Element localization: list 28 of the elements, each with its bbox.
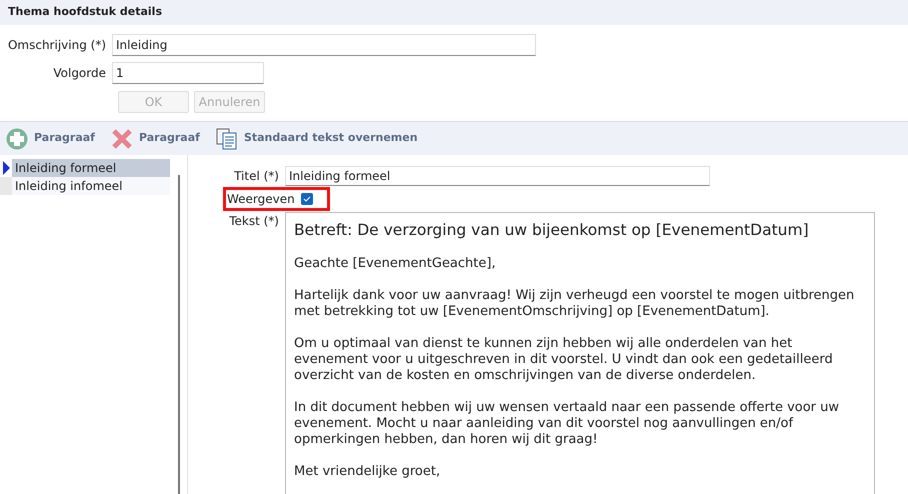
panel-title: Thema hoofdstuk details [8,4,162,20]
letter-paragraph: Met vriendelijke groet, [294,464,442,480]
input-field[interactable]: Inleiding [112,34,536,56]
toolbar-button[interactable]: Paragraaf [110,128,200,150]
field-label: Volgorde [52,65,107,82]
list-item[interactable]: Inleiding formeel [12,159,170,177]
letter-paragraph: Om u optimaal van dienst te kunnen zijn hebben wij alle onderdelen van het evenement voor u uitgeschreven in dit voorstel. U vindt dan ook een gedetailleerd overzicht van de kosten en omschrijvingen van de diverse onderdelen. [294,336,834,384]
input-field[interactable]: 1 [112,62,264,84]
checkbox-label: Weergeven [226,191,296,208]
delete-icon [110,128,133,150]
field-label: Titel (*) [233,168,280,185]
letter-paragraph: In dit document hebben wij uw wensen vertaald naar een passende offerte voor uw evenement. Mocht u naar aanleiding van dit voorstel nog aanvullingen en/of opmerkingen hebben, dan horen wij dit graag! [294,400,840,448]
letter-paragraph: Geachte [EvenementGeachte], [294,256,497,272]
plus-icon [6,128,28,150]
toolbar-button[interactable]: Standaard tekst overnemen [216,128,418,150]
letter-heading: Betreft: De verzorging van uw bijeenkomst op [EvenementDatum] [294,220,810,241]
toolbar-button[interactable]: Paragraaf [6,128,95,150]
row-pointer-icon [3,161,11,175]
documents-icon [216,128,238,150]
scrollbar[interactable] [178,175,180,494]
letter-paragraph: Hartelijk dank voor uw aanvraag! Wij zijn verheugd een voorstel te mogen uitbrengen met betrekking tot uw [EvenementOmschrijving] op [EvenementDatum]. [294,288,856,320]
field-label: Tekst (*) [228,213,280,230]
input-field[interactable]: Inleiding formeel [285,166,710,186]
list-item[interactable]: Inleiding infomeel [12,177,170,195]
checkbox[interactable] [300,193,313,205]
field-label: Omschrijving (*) [6,37,107,54]
text-editor[interactable] [285,212,875,494]
checkmark-icon [302,195,311,203]
